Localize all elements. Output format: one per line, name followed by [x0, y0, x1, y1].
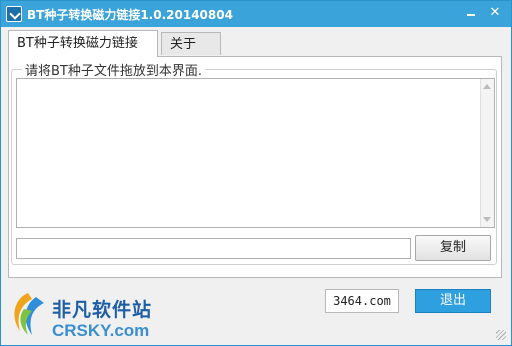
copy-button[interactable]: 复制: [415, 235, 491, 261]
exit-button[interactable]: 退出: [415, 289, 491, 313]
minimize-icon[interactable]: [461, 4, 481, 22]
magnet-link-field[interactable]: [16, 238, 411, 259]
drop-instruction-label: 请将BT种子文件拖放到本界面.: [22, 60, 205, 79]
site-label: 3464.com: [325, 289, 399, 313]
resize-grip-icon[interactable]: [496, 330, 506, 340]
crsky-watermark: 非凡软件站 CRSKY.com: [0, 287, 160, 345]
magnet-output-textarea[interactable]: [16, 78, 495, 228]
watermark-name-en: CRSKY.com: [52, 321, 150, 340]
watermark-name-cn: 非凡软件站: [52, 299, 153, 321]
scroll-up-arrow-icon[interactable]: [483, 84, 491, 89]
tab-about[interactable]: 关于: [161, 32, 221, 55]
app-download-icon: [6, 6, 22, 22]
title-bar[interactable]: BT种子转换磁力链接1.0.20140804 ✕: [1, 1, 511, 27]
scroll-down-arrow-icon[interactable]: [483, 217, 491, 222]
window-title: BT种子转换磁力链接1.0.20140804: [27, 8, 233, 22]
vertical-scrollbar[interactable]: [480, 79, 494, 227]
crsky-logo-icon: [14, 293, 44, 335]
close-icon[interactable]: ✕: [485, 4, 505, 22]
tab-bt-to-magnet[interactable]: BT种子转换磁力链接: [8, 30, 158, 57]
